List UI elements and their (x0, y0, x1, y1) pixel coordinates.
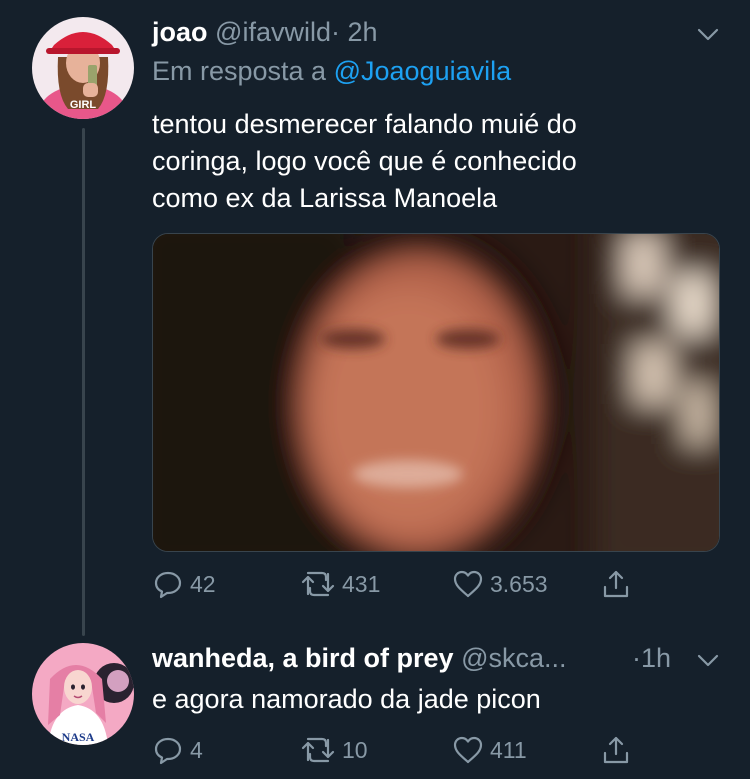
like-count: 411 (490, 736, 527, 763)
retweet-count: 431 (342, 570, 381, 597)
reply-prefix: Em resposta a (152, 56, 327, 86)
like-button[interactable]: 3.653 (452, 566, 548, 602)
tweet-text-line: como ex da Larissa Manoela (152, 183, 498, 213)
like-button[interactable]: 411 (452, 732, 527, 768)
tweet-actions: 4 10 411 (152, 732, 672, 768)
retweet-button[interactable]: 431 (300, 566, 380, 602)
display-name[interactable]: joao (152, 17, 208, 47)
avatar-badge: NASA (62, 730, 95, 744)
timestamp[interactable]: 2h (347, 17, 377, 47)
like-count: 3.653 (490, 570, 548, 597)
display-name[interactable]: wanheda, a bird of prey (152, 643, 454, 673)
reply-button[interactable]: 42 (152, 566, 216, 602)
tweet-text: e agora namorado da jade picon (152, 684, 541, 714)
reply-icon (154, 737, 182, 765)
reply-icon (154, 571, 182, 599)
separator-dot: · (632, 643, 641, 673)
avatar[interactable]: NASA (32, 643, 134, 745)
share-button[interactable] (600, 732, 632, 768)
profile-illustration-icon: NASA (32, 643, 134, 745)
tweet-actions: 42 431 3.653 (152, 566, 672, 602)
reply-count: 42 (190, 570, 216, 597)
retweet-icon (301, 571, 335, 597)
share-button[interactable] (600, 566, 632, 602)
share-icon (603, 736, 629, 764)
retweet-button[interactable]: 10 (300, 732, 368, 768)
tweet-text-line: tentou desmerecer falando muié do (152, 109, 577, 139)
reply-context: Em resposta a @Joaoguiavila (152, 56, 511, 87)
tweet-text: tentou desmerecer falando muié do coring… (152, 106, 712, 217)
retweet-icon (301, 737, 335, 763)
reply-mention-link[interactable]: @Joaoguiavila (334, 56, 512, 86)
share-icon (603, 570, 629, 598)
heart-icon (453, 570, 483, 598)
blurred-face-photo (153, 234, 719, 551)
chevron-down-icon[interactable] (696, 648, 720, 672)
tweet-header: wanheda, a bird of prey @skca... (152, 643, 567, 674)
separator-dot: · (330, 17, 340, 47)
timestamp[interactable]: 1h (641, 643, 671, 673)
tweet-text-line: coringa, logo você que é conhecido (152, 146, 577, 176)
reply-button[interactable]: 4 (152, 732, 203, 768)
user-handle[interactable]: @ifavwild (215, 17, 331, 47)
thread-connector-line (82, 128, 85, 636)
heart-icon (453, 736, 483, 764)
avatar[interactable]: GIRL (32, 17, 134, 119)
tweet-time: ·1h (632, 643, 671, 674)
tweet-image[interactable] (152, 233, 720, 552)
retweet-count: 10 (342, 736, 368, 763)
chevron-down-icon[interactable] (696, 22, 720, 46)
user-handle[interactable]: @skca... (461, 643, 566, 673)
avatar-badge: GIRL (70, 99, 97, 111)
tweet-header: joao @ifavwild· 2h (152, 17, 378, 48)
reply-count: 4 (190, 736, 203, 763)
profile-photo-icon: GIRL (32, 17, 134, 119)
